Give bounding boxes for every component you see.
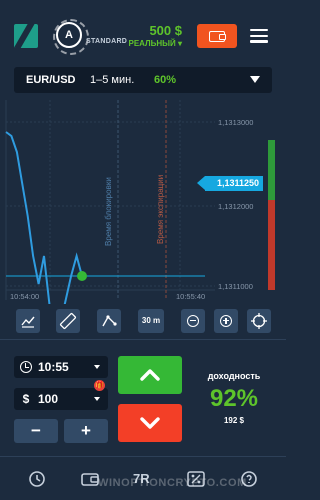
down-volume-bar — [268, 200, 275, 290]
crosshair-button[interactable] — [247, 309, 271, 333]
chart-toolbar: 30 m — [0, 306, 286, 336]
nav-wallet[interactable] — [80, 469, 100, 489]
chart-type-button[interactable] — [16, 309, 40, 333]
expiry-time-select[interactable]: 10:55 — [14, 356, 108, 378]
divider — [0, 339, 286, 340]
crosshair-icon — [251, 313, 267, 329]
lock-time-label: Время блокировки — [104, 177, 113, 246]
yield-amount: 192 $ — [223, 416, 245, 425]
deposit-wallet-button[interactable] — [197, 24, 237, 48]
amount-value: 100 — [38, 392, 59, 406]
ruler-icon — [59, 312, 77, 330]
indicators-icon — [102, 315, 117, 327]
header: A STANDARD 500 $ РЕАЛЬНЫЙ ▾ — [0, 0, 286, 66]
current-price-point — [77, 271, 87, 281]
account-level-icon[interactable]: A — [53, 19, 89, 55]
price-tick: 1,1311000 — [218, 282, 253, 291]
zoom-out-icon — [187, 315, 199, 327]
wallet-icon — [81, 473, 99, 486]
bonus-gift-icon[interactable]: 🎁 — [94, 380, 105, 391]
price-tick: 1,1312000 — [218, 202, 254, 211]
history-icon — [29, 471, 45, 487]
asset-payout: 60% — [154, 74, 177, 86]
time-tick: 10:54:00 — [10, 292, 40, 301]
zoom-in-button[interactable] — [214, 309, 238, 333]
amount-minus-button[interactable]: − — [14, 419, 58, 443]
yield-label: доходность — [207, 371, 261, 381]
yield-percent: 92% — [209, 385, 259, 412]
clock-icon — [20, 361, 32, 373]
logo-icon[interactable] — [14, 24, 38, 48]
account-label: STANDARD — [86, 38, 128, 45]
balance[interactable]: 500 $ — [149, 23, 182, 38]
asset-pair: EUR/USD — [26, 74, 76, 86]
timeframe-button[interactable]: 30 m — [138, 309, 164, 333]
put-down-button[interactable] — [118, 404, 182, 442]
asset-expiry-range: 1–5 мин. — [90, 74, 135, 86]
amount-plus-button[interactable]: + — [64, 419, 108, 443]
chevron-down-icon — [140, 417, 160, 429]
price-chart[interactable]: 1,1313000 1,1312000 1,1311000 1,1311250 … — [0, 100, 286, 304]
draw-line-button[interactable] — [56, 309, 80, 333]
wallet-icon — [209, 31, 226, 42]
watermark: WINOPTIONCRYPTO.COM — [98, 477, 247, 489]
chevron-down-icon — [94, 397, 100, 401]
indicators-button[interactable] — [97, 309, 121, 333]
expiry-time-value: 10:55 — [38, 360, 69, 374]
hamburger-menu-button[interactable] — [250, 29, 268, 43]
current-price-tag: 1,1311250 — [197, 176, 263, 191]
up-volume-bar — [268, 140, 275, 200]
dollar-icon: $ — [22, 392, 30, 406]
chevron-down-icon — [250, 76, 260, 83]
price-series-line — [5, 131, 83, 304]
asset-selector[interactable]: EUR/USD 1–5 мин. 60% — [14, 67, 272, 93]
price-tick: 1,1313000 — [218, 118, 254, 127]
chevron-down-icon — [94, 365, 100, 369]
call-up-button[interactable] — [118, 356, 182, 394]
amount-select[interactable]: $ 100 — [14, 388, 108, 410]
zoom-out-button[interactable] — [181, 309, 205, 333]
chevron-up-icon — [140, 369, 160, 381]
nav-history[interactable] — [27, 469, 47, 489]
chart-type-icon — [21, 316, 35, 328]
zoom-in-icon — [220, 315, 232, 327]
expiry-time-label: Время экспирации — [156, 174, 165, 244]
account-type-selector[interactable]: РЕАЛЬНЫЙ ▾ — [128, 39, 182, 48]
time-tick: 10:55:40 — [176, 292, 206, 301]
